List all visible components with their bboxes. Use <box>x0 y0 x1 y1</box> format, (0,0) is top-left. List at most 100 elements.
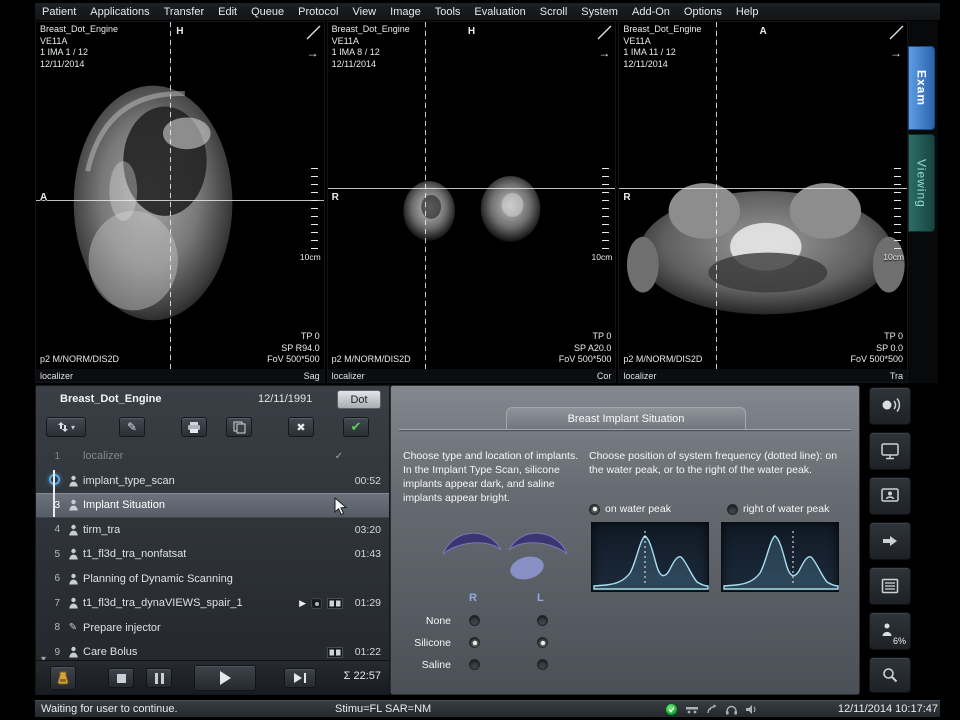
crosshair-vertical[interactable] <box>425 22 426 369</box>
radio-silicone-left[interactable] <box>537 637 548 648</box>
step-active-indicator <box>36 474 60 488</box>
crosshair-horizontal[interactable] <box>619 188 907 189</box>
radio-saline-right[interactable] <box>469 659 480 670</box>
step-label: tirm_tra <box>83 524 120 536</box>
crosshair-horizontal[interactable] <box>328 188 616 189</box>
menu-item-edit[interactable]: Edit <box>211 5 244 19</box>
mri-image-coronal[interactable] <box>328 22 616 369</box>
radio-label: on water peak <box>605 503 671 515</box>
corner-handle-icon[interactable] <box>597 25 612 40</box>
menu-item-tools[interactable]: Tools <box>428 5 468 19</box>
print-button[interactable] <box>181 417 207 437</box>
crosshair-vertical[interactable] <box>716 22 717 369</box>
step-implant-type-scan[interactable]: implant_type_scan 00:52 <box>36 469 389 494</box>
radio-right-of-water-peak[interactable]: right of water peak <box>727 503 829 515</box>
step-label: t1_fl3d_tra_dynaVIEWS_spair_1 <box>83 597 243 609</box>
radio-none-right[interactable] <box>469 615 480 626</box>
step-label: Care Bolus <box>83 646 137 658</box>
corner-handle-icon[interactable] <box>889 25 904 40</box>
step-localizer[interactable]: 1 localizer ✓ <box>36 444 389 469</box>
transfer-button[interactable] <box>869 522 911 560</box>
radio-saline-left[interactable] <box>537 659 548 670</box>
stop-button[interactable] <box>108 668 134 688</box>
edit-protocol-button[interactable]: ✎ <box>119 417 145 437</box>
step-icon <box>65 499 81 511</box>
menu-item-addon[interactable]: Add-On <box>625 5 677 19</box>
step-number: 5 <box>36 549 60 560</box>
image-parameters: p2 M/NORM/DIS2D <box>40 354 119 366</box>
orientation-left-label: R <box>332 191 339 204</box>
menu-item-transfer[interactable]: Transfer <box>157 5 212 19</box>
step-icon <box>65 548 81 560</box>
radio-silicone-right[interactable] <box>469 637 480 648</box>
step-number: 1 <box>36 451 60 462</box>
step-t1-fl3d-dynaviews[interactable]: 7 t1_fl3d_tra_dynaVIEWS_spair_1 ▶ 01:29 <box>36 591 389 616</box>
mri-image-sagittal[interactable] <box>36 22 324 369</box>
magnifier-button[interactable] <box>869 657 911 693</box>
viewport-sagittal[interactable]: Breast_Dot_Engine VE11A 1 IMA 1 / 12 12/… <box>35 21 325 383</box>
crosshair-vertical[interactable] <box>170 22 171 369</box>
image-number: 1 IMA 1 / 12 <box>40 47 118 59</box>
menu-item-patient[interactable]: Patient <box>35 5 83 19</box>
column-right-label: R <box>469 592 477 604</box>
tab-exam[interactable]: Exam <box>908 46 935 130</box>
menu-item-applications[interactable]: Applications <box>83 5 156 19</box>
plane-label: Sag <box>304 371 320 381</box>
tab-viewing[interactable]: Viewing <box>908 134 935 232</box>
pause-button[interactable] <box>146 668 172 688</box>
speaker-icon <box>745 704 757 715</box>
radio-icon[interactable] <box>727 504 738 515</box>
menu-item-view[interactable]: View <box>345 5 383 19</box>
menu-item-system[interactable]: System <box>574 5 625 19</box>
viewport-coronal[interactable]: Breast_Dot_Engine VE11A 1 IMA 8 / 12 12/… <box>327 21 617 383</box>
page-arrow-icon[interactable]: → <box>890 46 902 60</box>
skip-icon <box>294 673 302 683</box>
step-tirm-tra[interactable]: 4 tirm_tra 03:20 <box>36 518 389 543</box>
play-button[interactable] <box>194 665 256 691</box>
display-layout-button[interactable] <box>869 432 911 470</box>
skip-button[interactable] <box>284 668 316 688</box>
radio-label: right of water peak <box>743 503 829 515</box>
cancel-button[interactable]: ✖ <box>288 417 314 437</box>
protocol-step-list: 1 localizer ✓ implant_type_scan 00:52 <box>36 444 389 665</box>
mri-image-transversal[interactable] <box>619 22 907 369</box>
menu-item-help[interactable]: Help <box>729 5 766 19</box>
menu-item-queue[interactable]: Queue <box>244 5 291 19</box>
series-name: localizer <box>623 371 656 381</box>
exam-name: Breast_Dot_Engine <box>332 24 410 36</box>
menu-item-image[interactable]: Image <box>383 5 428 19</box>
radio-on-water-peak[interactable]: on water peak <box>589 503 671 515</box>
step-label: Implant Situation <box>83 499 165 511</box>
pencil-icon: ✎ <box>65 622 81 633</box>
viewport-transversal[interactable]: Breast_Dot_Engine VE11A 1 IMA 11 / 12 12… <box>618 21 908 383</box>
total-scan-time: Σ 22:57 <box>344 670 381 682</box>
step-prepare-injector[interactable]: 8 ✎ Prepare injector <box>36 616 389 641</box>
step-implant-situation[interactable]: 3 Implant Situation <box>36 493 389 518</box>
copy-button[interactable] <box>226 417 252 437</box>
menu-item-options[interactable]: Options <box>677 5 729 19</box>
intercom-button[interactable] <box>869 387 911 425</box>
step-t1-fl3d-nonfatsat[interactable]: 5 t1_fl3d_tra_nonfatsat 01:43 <box>36 542 389 567</box>
crosshair-horizontal[interactable] <box>36 200 324 201</box>
menu-item-evaluation[interactable]: Evaluation <box>467 5 532 19</box>
sar-monitor-button[interactable]: 6% <box>869 612 911 650</box>
view-options-button[interactable]: ▾ <box>46 417 86 437</box>
corner-handle-icon[interactable] <box>306 25 321 40</box>
dot-button[interactable]: Dot <box>337 390 381 409</box>
step-play-icon[interactable]: ▶ <box>299 598 306 609</box>
menu-item-protocol[interactable]: Protocol <box>291 5 345 19</box>
step-planning-dynamic[interactable]: 6 Planning of Dynamic Scanning <box>36 567 389 592</box>
radio-icon[interactable] <box>589 504 600 515</box>
protocol-queue-button[interactable] <box>869 567 911 605</box>
page-arrow-icon[interactable]: → <box>598 46 610 60</box>
radio-none-left[interactable] <box>537 615 548 626</box>
confirm-button[interactable]: ✔ <box>343 417 369 437</box>
patient-dob: 12/11/1991 <box>258 393 312 405</box>
menu-item-scroll[interactable]: Scroll <box>533 5 575 19</box>
page-arrow-icon[interactable]: → <box>307 46 319 60</box>
arrow-right-icon <box>879 531 901 551</box>
injector-status-button[interactable] <box>50 666 76 690</box>
scale-ruler <box>602 168 609 250</box>
scale-ruler <box>311 168 318 250</box>
patient-view-button[interactable] <box>869 477 911 515</box>
